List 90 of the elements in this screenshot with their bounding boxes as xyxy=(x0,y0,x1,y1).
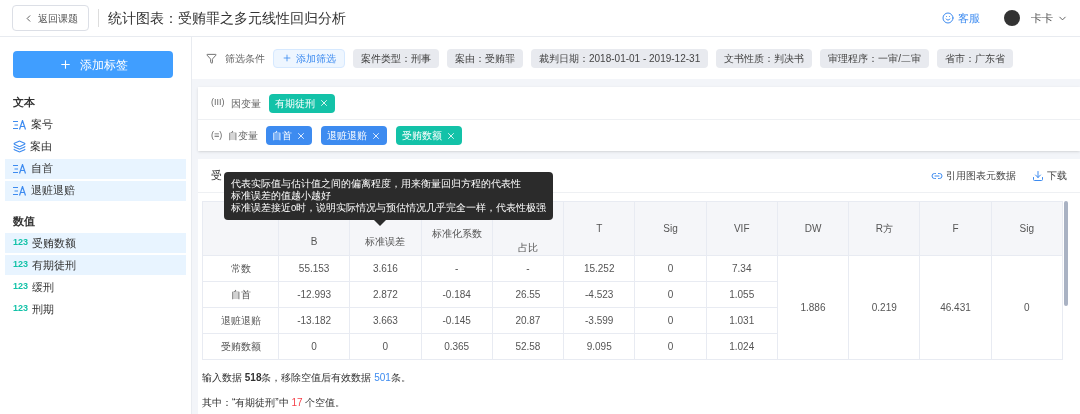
support-link[interactable]: 客服 xyxy=(942,9,980,27)
table-cell: - xyxy=(421,255,493,282)
filter-chip[interactable]: 审理程序：一审/二审 xyxy=(820,48,929,68)
chart-title: 受 xyxy=(211,168,222,184)
scrollbar[interactable] xyxy=(1064,201,1068,306)
table-cell: -3.599 xyxy=(563,307,635,334)
field-item[interactable]: 123 受贿数额 xyxy=(5,233,186,253)
filter-chip[interactable]: 案件类型：刑事 xyxy=(353,48,439,68)
back-button[interactable]: 返回课题 xyxy=(12,5,89,31)
table-cell: 2.872 xyxy=(349,281,422,308)
plus-icon xyxy=(58,58,72,71)
filter-chip[interactable]: 文书性质：判决书 xyxy=(716,48,813,68)
field-item[interactable]: 123 刑期 xyxy=(5,299,186,319)
field-item[interactable]: 退赃退赔 xyxy=(5,180,186,201)
number-field-icon: 123 xyxy=(13,258,29,272)
column-header: VIF xyxy=(706,201,778,256)
variable-symbol: (≡) xyxy=(211,128,223,142)
field-item[interactable]: 案号 xyxy=(5,114,186,135)
row-label: 退赃退赔 xyxy=(202,307,279,334)
action-link[interactable]: 引用图表元数据 xyxy=(931,168,1016,183)
column-header: Sig xyxy=(634,201,707,256)
table-cell: -0.145 xyxy=(421,307,493,334)
table-cell: 9.095 xyxy=(563,333,635,360)
variable-label: 自变量 xyxy=(228,129,259,143)
text-field-icon xyxy=(13,163,27,174)
row-label: 自首 xyxy=(202,281,279,308)
group-title: 文本 xyxy=(12,95,36,110)
text-field-icon xyxy=(13,119,27,130)
close-icon[interactable] xyxy=(446,130,457,141)
table-cell: 55.153 xyxy=(278,255,350,282)
field-item[interactable]: 123 缓刑 xyxy=(5,277,186,297)
table-cell: 1.886 xyxy=(777,255,849,360)
tooltip: 代表实际值与估计值之间的偏离程度，用来衡量回归方程的代表性 标准误差的值越小越好 标准误差接近0时，说明实际情况与预估情况几乎完全一样，代表性极强 xyxy=(224,172,554,226)
variable-label: 因变量 xyxy=(230,96,261,111)
field-item[interactable]: 123 有期徒刑 xyxy=(5,255,186,275)
close-icon[interactable] xyxy=(371,130,382,141)
table-cell: -13.182 xyxy=(278,307,350,334)
table-cell: 26.55 xyxy=(492,281,564,308)
table-cell: 0 xyxy=(349,333,422,360)
number-field-icon: 123 xyxy=(13,302,29,316)
plus-icon xyxy=(282,53,292,63)
table-cell: 0.365 xyxy=(421,333,493,360)
action-link[interactable]: 下载 xyxy=(1032,168,1067,183)
table-cell: 3.616 xyxy=(349,255,422,282)
table-cell: -4.523 xyxy=(563,281,635,308)
filter-icon xyxy=(206,52,217,64)
filter-chip[interactable]: 案由：受贿罪 xyxy=(447,48,523,68)
column-header: DW xyxy=(777,201,849,256)
table-cell: 7.34 xyxy=(706,255,778,282)
download-icon xyxy=(1032,169,1044,182)
table-cell: 0 xyxy=(634,255,707,282)
table-cell: 0 xyxy=(634,333,707,360)
text-field-icon xyxy=(13,185,27,196)
table-cell: 52.58 xyxy=(492,333,564,360)
row-label: 常数 xyxy=(202,255,279,282)
summary-note: 输入数据 518条，移除空值后有效数据 501条。 xyxy=(201,371,412,385)
table-cell: - xyxy=(492,255,564,282)
row-label: 受贿数额 xyxy=(202,333,279,360)
page-title: 统计图表：受贿罪之多元线性回归分析 xyxy=(108,8,346,28)
table-cell: 0 xyxy=(991,255,1063,360)
table-cell: -0.184 xyxy=(421,281,493,308)
filter-label: 筛选条件 xyxy=(225,51,265,66)
group-title: 数值 xyxy=(12,213,36,229)
table-cell: 20.87 xyxy=(492,307,564,334)
avatar[interactable] xyxy=(1004,10,1020,26)
close-icon[interactable] xyxy=(318,98,329,108)
filter-chip[interactable]: 裁判日期：2018-01-01 - 2019-12-31 xyxy=(531,48,709,68)
filter-chip[interactable]: 省市：广东省 xyxy=(937,48,1013,68)
column-header: T xyxy=(563,201,635,256)
field-item[interactable]: 自首 xyxy=(5,158,186,179)
table-cell: -12.993 xyxy=(278,281,350,308)
column-header: R方 xyxy=(848,201,920,256)
user-menu[interactable]: 卡卡 xyxy=(1031,9,1068,27)
table-cell: 0 xyxy=(634,281,707,308)
column-header: Sig xyxy=(991,201,1063,256)
layers-icon xyxy=(13,140,26,153)
variable-symbol: (III) xyxy=(211,96,225,110)
close-icon[interactable] xyxy=(296,130,307,141)
table-cell: 0 xyxy=(278,333,350,360)
number-field-icon: 123 xyxy=(13,236,29,250)
table-cell: 0.219 xyxy=(848,255,920,360)
smile-icon xyxy=(942,12,954,24)
field-item[interactable]: 案由 xyxy=(5,136,186,157)
table-cell: 15.252 xyxy=(563,255,635,282)
table-cell: 0 xyxy=(634,307,707,334)
number-field-icon: 123 xyxy=(13,280,29,294)
table-cell: 3.663 xyxy=(349,307,422,334)
column-header: F xyxy=(919,201,992,256)
summary-note: 其中：“有期徒刑”中 17 个空值。 xyxy=(201,396,347,410)
table-cell: 46.431 xyxy=(919,255,992,360)
